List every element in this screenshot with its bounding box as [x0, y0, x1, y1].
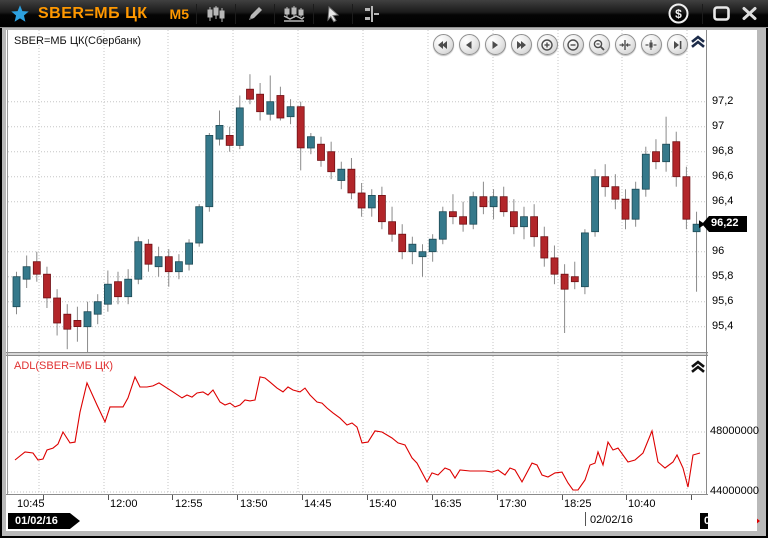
zoom-lens-icon [593, 39, 605, 51]
rewind-button[interactable] [433, 34, 454, 55]
time-tick [562, 495, 563, 500]
dollar-button[interactable]: $ [667, 3, 689, 25]
levels-icon[interactable] [360, 3, 384, 25]
candlestick-chart-icon[interactable] [204, 3, 228, 25]
time-tick [172, 495, 173, 500]
svg-text:$: $ [675, 7, 682, 21]
toolbar-separator [352, 4, 353, 24]
toolbar-separator [313, 4, 314, 24]
price-axis-label: 96,4 [712, 195, 733, 207]
time-tick [626, 495, 627, 500]
chart-client-area: SBER=МБ ЦК(Сбербанк) ADL(SBER=МБ ЦК) 10:… [6, 30, 757, 531]
go-to-end-button[interactable] [667, 34, 688, 55]
price-badge-arrow-icon [702, 216, 709, 232]
pencil-icon[interactable] [243, 3, 267, 25]
time-label: 12:55 [175, 498, 203, 510]
instrument-pane-label: SBER=МБ ЦК(Сбербанк) [14, 35, 141, 47]
zoom-lens-button[interactable] [589, 34, 610, 55]
rewind-icon [437, 39, 449, 51]
go-to-end-icon [671, 39, 683, 51]
price-axis-label: 95,6 [712, 295, 733, 307]
time-label: 16:35 [434, 498, 462, 510]
chart-window: SBER=МБ ЦК M5 [0, 0, 768, 538]
restore-window-button[interactable] [710, 3, 732, 25]
instrument-title: SBER=МБ ЦК [38, 5, 148, 23]
time-tick [497, 495, 498, 500]
close-button[interactable] [738, 3, 760, 25]
time-tick [367, 495, 368, 500]
time-tick [108, 495, 109, 500]
time-label: 13:50 [240, 498, 268, 510]
adl-axis-label: 44000000 [710, 485, 759, 497]
compress-candle-button[interactable] [641, 34, 662, 55]
zoom-in-icon [541, 39, 553, 51]
day-separator-tick [585, 512, 586, 526]
adl-indicator-plot[interactable] [8, 356, 706, 494]
time-label: 14:45 [304, 498, 332, 510]
collapse-adl-pane-icon[interactable] [691, 360, 705, 373]
favorite-star-icon[interactable] [9, 3, 31, 25]
fast-forward-button[interactable] [511, 34, 532, 55]
time-label: 17:30 [499, 498, 527, 510]
toolbar-separator [196, 4, 197, 24]
price-axis-label: 96,8 [712, 145, 733, 157]
indicator-chart-icon[interactable] [282, 3, 306, 25]
time-tick [302, 495, 303, 500]
time-tick [432, 495, 433, 500]
collapse-price-pane-icon[interactable] [691, 35, 705, 48]
price-axis-label: 96 [712, 245, 724, 257]
time-label: 10:45 [17, 498, 45, 510]
time-label: 10:40 [628, 498, 656, 510]
price-chart-plot[interactable] [8, 30, 706, 352]
zoom-out-button[interactable] [563, 34, 584, 55]
compress-icon [619, 39, 631, 51]
toolbar-separator [274, 4, 275, 24]
fast-forward-icon [515, 39, 527, 51]
timeframe-label[interactable]: M5 [170, 6, 189, 22]
zoom-out-icon [567, 39, 579, 51]
step-forward-icon [489, 39, 501, 51]
time-label: 18:25 [564, 498, 592, 510]
zoom-in-button[interactable] [537, 34, 558, 55]
toolbar-separator [235, 4, 236, 24]
adl-pane-label: ADL(SBER=МБ ЦК) [14, 360, 113, 372]
time-tick [691, 495, 692, 500]
price-axis-label: 97 [712, 120, 724, 132]
date-badge-start: 01/02/16 [8, 513, 80, 529]
title-bar[interactable]: SBER=МБ ЦК M5 [0, 0, 768, 28]
time-tick [237, 495, 238, 500]
cursor-icon[interactable] [321, 3, 345, 25]
compress-button[interactable] [615, 34, 636, 55]
time-axis[interactable]: 10:45 12:00 12:55 13:50 14:45 15:40 16:35 17:30… [6, 494, 757, 512]
current-price-badge: 96,22 [702, 216, 747, 232]
step-back-button[interactable] [459, 34, 480, 55]
date-row: 01/02/16 02/02/16 02/02/16 [6, 512, 757, 531]
price-axis-label: 97,2 [712, 95, 733, 107]
price-axis[interactable]: 96,22 97,29796,896,696,49695,895,695,448… [708, 30, 757, 531]
time-label: 15:40 [369, 498, 397, 510]
date-label-mid: 02/02/16 [590, 514, 633, 526]
plot-right-border [706, 30, 707, 494]
plot-left-border [7, 30, 8, 494]
price-axis-label: 95,4 [712, 320, 733, 332]
price-axis-label: 96,6 [712, 170, 733, 182]
step-forward-button[interactable] [485, 34, 506, 55]
price-axis-label: 95,8 [712, 270, 733, 282]
time-label: 12:00 [110, 498, 138, 510]
step-back-icon [463, 39, 475, 51]
adl-axis-label: 48000000 [710, 425, 759, 437]
compress-candle-icon [645, 39, 657, 51]
toolbar-separator [702, 4, 703, 24]
